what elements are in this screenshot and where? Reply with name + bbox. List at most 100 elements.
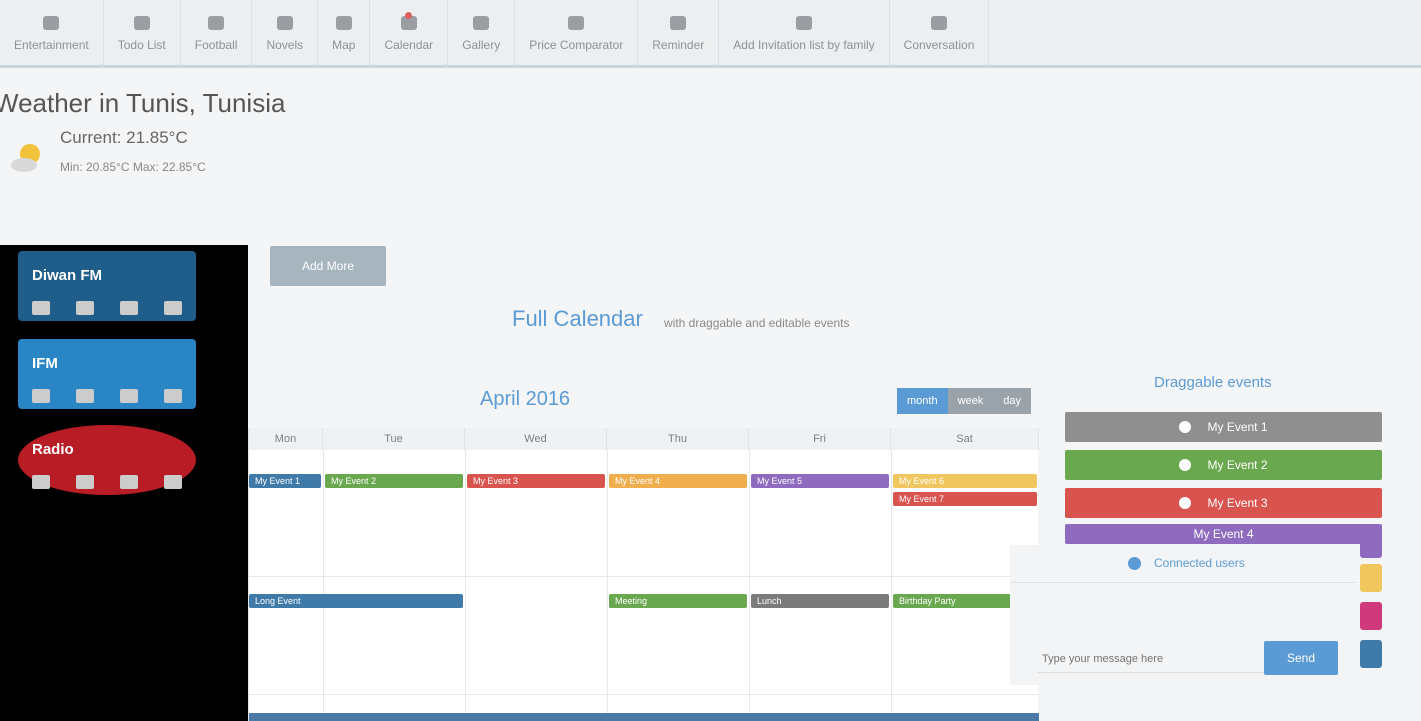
weather-min-max: Min: 20.85°C Max: 22.85°C <box>60 160 206 174</box>
calendar-event[interactable]: My Event 6 <box>893 474 1037 488</box>
draggable-event-label: My Event 4 <box>1193 527 1254 541</box>
volume-icon[interactable] <box>164 389 182 403</box>
calendar-event[interactable]: My Event 1 <box>249 474 321 488</box>
top-toolbar: Entertainment Todo List Football Novels … <box>0 0 1421 68</box>
image-icon <box>473 16 490 30</box>
day-header: Thu <box>607 428 749 450</box>
color-swatch[interactable] <box>1360 530 1382 558</box>
draggable-event[interactable]: My Event 3 <box>1065 488 1382 518</box>
nav-label: Calendar <box>384 38 434 52</box>
nav-label: Conversation <box>903 38 975 52</box>
volume-icon[interactable] <box>164 475 182 489</box>
day-header: Wed <box>465 428 607 450</box>
day-label: Mon <box>274 433 297 445</box>
calendar-event[interactable]: My Event 4 <box>609 474 747 488</box>
play-icon[interactable] <box>76 389 94 403</box>
book-icon <box>276 16 293 30</box>
color-swatch[interactable] <box>1360 602 1382 630</box>
tag-icon <box>568 16 585 30</box>
weather-current-temp: Current: 21.85°C <box>60 128 188 147</box>
nav-label: Entertainment <box>14 38 89 52</box>
calendar-event[interactable]: My Event 7 <box>893 492 1037 506</box>
prev-icon[interactable] <box>32 475 50 489</box>
grid-line <box>465 450 466 721</box>
nav-label: Football <box>194 38 238 52</box>
chat-status-label: Connected users <box>1154 556 1245 570</box>
chat-message-input[interactable] <box>1038 645 1264 673</box>
stop-icon[interactable] <box>120 389 138 403</box>
nav-novels[interactable]: Novels <box>252 0 319 68</box>
day-label: Thu <box>668 433 687 445</box>
chat-popup: Connected users Send <box>1010 545 1356 685</box>
radio-name: Diwan FM <box>32 267 102 284</box>
nav-entertainment[interactable]: Entertainment <box>0 0 104 68</box>
nav-reminder[interactable]: Reminder <box>638 0 720 68</box>
grid-line <box>607 450 608 721</box>
grid-line <box>749 450 750 721</box>
chat-send-button[interactable]: Send <box>1264 641 1338 675</box>
player-controls <box>32 389 182 403</box>
draggable-event[interactable]: My Event 1 <box>1065 412 1382 442</box>
stop-icon[interactable] <box>120 301 138 315</box>
chat-icon <box>931 16 948 30</box>
radio-player[interactable]: Radio <box>18 425 196 495</box>
radio-player[interactable]: IFM <box>18 339 196 409</box>
draggable-event-label: My Event 2 <box>1207 458 1268 472</box>
calendar-month-title: April 2016 <box>480 388 571 410</box>
tv-icon <box>43 16 60 30</box>
nav-football[interactable]: Football <box>181 0 253 68</box>
nav-map[interactable]: Map <box>318 0 371 68</box>
calendar-event[interactable]: My Event 2 <box>325 474 463 488</box>
list-icon <box>133 16 150 30</box>
prev-icon[interactable] <box>32 389 50 403</box>
play-icon[interactable] <box>76 301 94 315</box>
calendar-event[interactable]: Long Event <box>249 594 463 608</box>
color-swatch[interactable] <box>1360 640 1382 668</box>
nav-label: Novels <box>266 38 304 52</box>
add-more-button[interactable]: Add More <box>270 246 386 286</box>
nav-label: Add Invitation list by family <box>733 38 875 52</box>
day-label: Tue <box>384 433 403 445</box>
day-header: Fri <box>749 428 891 450</box>
view-week-button[interactable]: week <box>947 388 994 414</box>
view-month-button[interactable]: month <box>897 388 948 414</box>
day-header: Sat <box>891 428 1039 450</box>
draggable-event[interactable]: My Event 2 <box>1065 450 1382 480</box>
nav-invitation-list[interactable]: Add Invitation list by family <box>719 0 890 68</box>
play-icon[interactable] <box>76 475 94 489</box>
grid-line <box>891 450 892 721</box>
calendar-event[interactable]: My Event 3 <box>467 474 605 488</box>
nav-todo-list[interactable]: Todo List <box>104 0 181 68</box>
sun-cloud-icon <box>11 144 40 172</box>
nav-conversation[interactable]: Conversation <box>890 0 990 68</box>
chat-header: Connected users <box>1010 545 1356 583</box>
day-label: Sat <box>956 433 973 445</box>
nav-price-comparator[interactable]: Price Comparator <box>515 0 639 68</box>
nav-calendar[interactable]: Calendar <box>370 0 449 68</box>
color-swatch[interactable] <box>1360 564 1382 592</box>
stop-icon[interactable] <box>120 475 138 489</box>
grid-line <box>249 576 1039 577</box>
calendar-event[interactable]: Meeting <box>609 594 747 608</box>
draggable-event-label: My Event 1 <box>1207 420 1268 434</box>
user-icon <box>795 16 812 30</box>
calendar-grid: Mon Tue Wed Thu Fri Sat My Event 1 My Ev… <box>248 428 1039 721</box>
online-status-icon <box>1128 557 1141 570</box>
calendar-event[interactable]: Lunch <box>751 594 889 608</box>
calendar-event[interactable]: My Event 5 <box>751 474 889 488</box>
draggable-event[interactable]: My Event 4 <box>1065 524 1382 544</box>
nav-gallery[interactable]: Gallery <box>448 0 516 68</box>
nav-label: Price Comparator <box>529 38 624 52</box>
radio-player[interactable]: Diwan FM <box>18 251 196 321</box>
radio-name: IFM <box>32 355 58 372</box>
prev-icon[interactable] <box>32 301 50 315</box>
calendar-subheading: with draggable and editable events <box>664 316 850 330</box>
draggable-event-label: My Event 3 <box>1207 496 1268 510</box>
player-controls <box>32 475 182 489</box>
view-day-button[interactable]: day <box>993 388 1032 414</box>
drag-handle-icon <box>1179 459 1192 471</box>
calendar-view-switcher: month week day <box>897 388 1032 414</box>
volume-icon[interactable] <box>164 301 182 315</box>
player-controls <box>32 301 182 315</box>
day-header: Mon <box>249 428 323 450</box>
